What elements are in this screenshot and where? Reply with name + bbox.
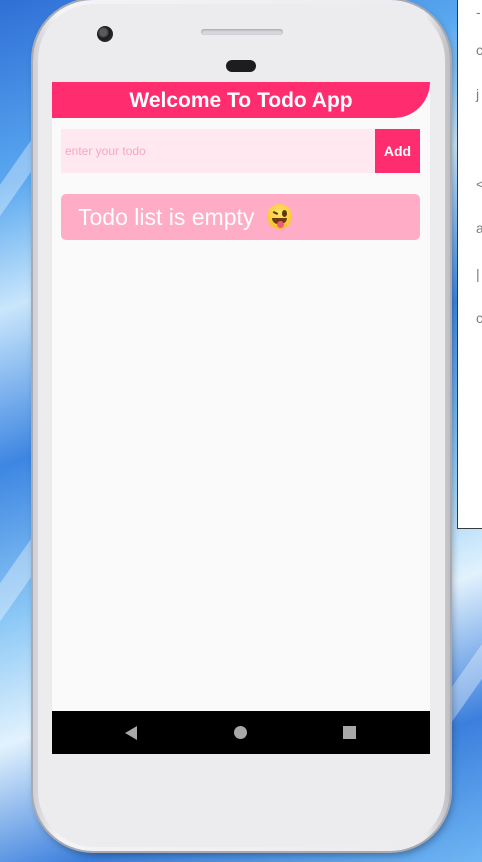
system-navigation-bar — [52, 711, 430, 754]
add-button-label: Add — [383, 143, 412, 159]
add-button[interactable]: Add — [375, 129, 420, 173]
proximity-sensor — [226, 60, 256, 72]
background-window-glyph: < — [476, 176, 482, 192]
todo-input[interactable] — [61, 129, 375, 173]
app-screen: Welcome To Todo App Add Todo list is emp… — [52, 82, 430, 754]
app-header: Welcome To Todo App — [52, 82, 430, 118]
winking-face-with-tongue-icon — [266, 204, 292, 229]
background-window: - c j < a | c — [457, 0, 482, 529]
recents-square-icon[interactable] — [343, 726, 356, 739]
front-camera — [97, 26, 113, 42]
todo-input-row: Add — [61, 129, 420, 173]
background-window-glyph: j — [476, 86, 480, 102]
phone-frame: Welcome To Todo App Add Todo list is emp… — [33, 0, 450, 851]
home-circle-icon[interactable] — [234, 726, 247, 739]
back-triangle-icon[interactable] — [125, 726, 137, 740]
earpiece-speaker — [201, 29, 283, 35]
background-window-glyph: | — [476, 266, 480, 282]
empty-list-text: Todo list is empty — [78, 204, 255, 230]
empty-list-message: Todo list is empty — [61, 194, 420, 240]
background-window-glyph: - — [476, 4, 481, 20]
background-window-glyph: a — [476, 220, 482, 236]
background-window-glyph: c — [476, 42, 482, 58]
page-title: Welcome To Todo App — [129, 89, 353, 112]
background-window-glyph: c — [476, 310, 482, 326]
